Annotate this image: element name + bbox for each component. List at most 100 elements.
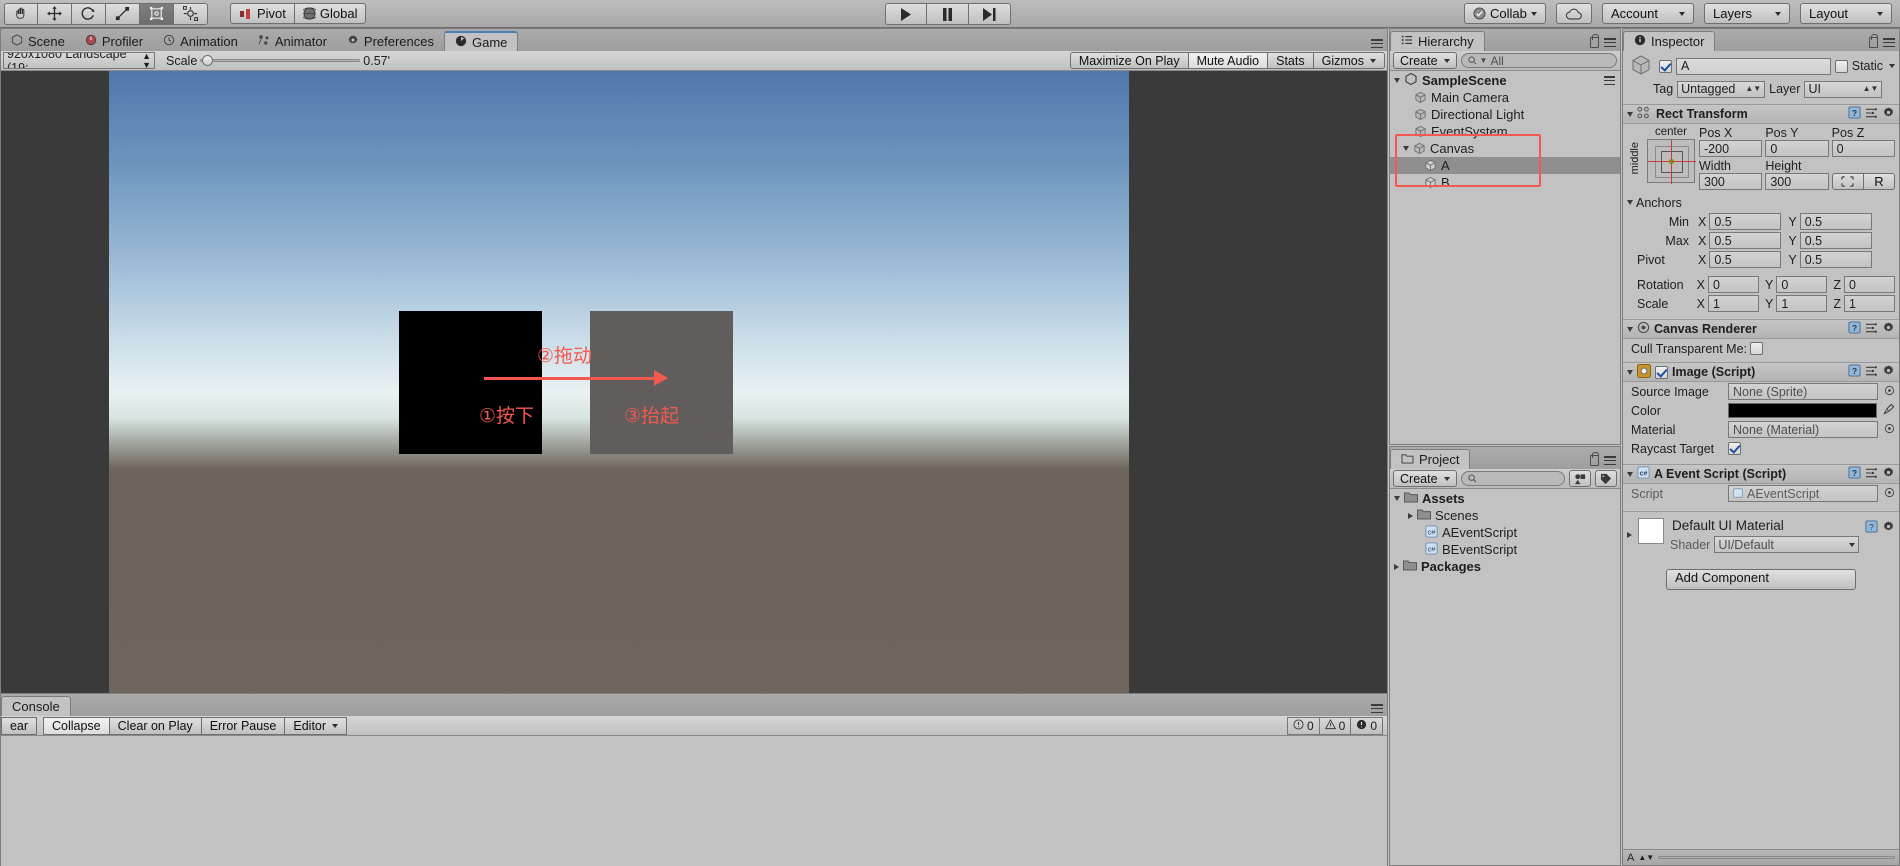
preset-icon[interactable] [1865, 365, 1878, 380]
expand-arrow-icon[interactable] [1394, 496, 1400, 501]
cloud-icon[interactable] [1556, 3, 1592, 24]
rect-tool-icon[interactable] [140, 2, 174, 25]
step-button[interactable] [969, 3, 1011, 25]
material-field[interactable]: None (Material) [1728, 421, 1878, 438]
tab-hierarchy[interactable]: Hierarchy [1390, 31, 1485, 51]
tab-inspector[interactable]: Inspector [1623, 31, 1716, 51]
scale-knob[interactable] [202, 55, 214, 66]
pivot-y-field[interactable]: 0.5 [1799, 251, 1872, 268]
preset-icon[interactable] [1865, 107, 1878, 122]
help-icon[interactable]: ? [1848, 466, 1861, 482]
panel-menu-icon[interactable] [1371, 704, 1383, 713]
anchor-max-y-field[interactable]: 0.5 [1799, 232, 1872, 249]
hierarchy-item-a[interactable]: A [1390, 157, 1620, 174]
collab-button[interactable]: Collab [1464, 3, 1546, 24]
error-pause-button[interactable]: Error Pause [201, 716, 286, 735]
hierarchy-item-canvas[interactable]: Canvas [1390, 140, 1620, 157]
help-icon[interactable]: ? [1848, 321, 1861, 337]
mute-audio-button[interactable]: Mute Audio [1188, 52, 1269, 69]
source-image-field[interactable]: None (Sprite) [1728, 383, 1878, 400]
rot-y-field[interactable]: 0 [1776, 276, 1828, 293]
expand-arrow-icon[interactable] [1403, 146, 1409, 151]
cull-transparent-checkbox[interactable] [1750, 342, 1764, 355]
help-icon[interactable]: ? [1848, 106, 1861, 122]
anchor-max-x-field[interactable]: 0.5 [1709, 232, 1782, 249]
tab-project[interactable]: Project [1390, 449, 1471, 469]
object-picker-icon[interactable] [1884, 487, 1895, 501]
gear-icon[interactable] [1882, 106, 1895, 122]
anchors-section-header[interactable]: Anchors [1623, 193, 1899, 212]
tab-animator[interactable]: Animator [248, 31, 337, 51]
height-field[interactable]: 300 [1765, 173, 1829, 190]
move-tool-icon[interactable] [38, 2, 72, 25]
tab-scene[interactable]: Scene [1, 31, 75, 51]
hierarchy-item-samplescene[interactable]: SampleScene [1390, 72, 1620, 89]
maximize-on-play-button[interactable]: Maximize On Play [1069, 52, 1189, 69]
add-component-button[interactable]: Add Component [1666, 569, 1856, 590]
gear-icon[interactable] [1882, 466, 1895, 482]
shader-dropdown[interactable]: UI/Default [1714, 536, 1859, 553]
gear-icon[interactable] [1882, 364, 1895, 380]
scale-tool-icon[interactable] [106, 2, 140, 25]
aspect-ratio-dropdown[interactable]: 920x1080 Landscape (19: ▲ ▼ [3, 52, 155, 69]
tab-preferences[interactable]: Preferences [337, 31, 444, 51]
eyedropper-icon[interactable] [1883, 403, 1895, 418]
game-tabbar-menu[interactable] [1371, 39, 1383, 48]
hierarchy-create-button[interactable]: Create [1393, 52, 1457, 69]
width-field[interactable]: 300 [1699, 173, 1763, 190]
collapse-arrow-icon[interactable] [1627, 471, 1633, 477]
raw-edit-button[interactable] [1831, 173, 1864, 190]
static-checkbox[interactable] [1834, 59, 1848, 73]
object-picker-icon[interactable] [1884, 423, 1895, 437]
error-count[interactable]: 0 [1351, 717, 1383, 735]
raycast-target-checkbox[interactable] [1728, 442, 1741, 455]
panel-menu-icon[interactable] [1604, 456, 1616, 465]
collapse-arrow-icon[interactable] [1627, 532, 1632, 538]
hand-tool-icon[interactable] [4, 2, 38, 25]
anchor-preset-widget[interactable] [1647, 139, 1696, 184]
panel-menu-icon[interactable] [1371, 39, 1383, 48]
help-icon[interactable]: ? [1848, 364, 1861, 380]
expand-arrow-icon[interactable] [1394, 563, 1399, 570]
scale-x-field[interactable]: 1 [1707, 295, 1759, 312]
project-create-button[interactable]: Create [1393, 470, 1457, 487]
object-name-field[interactable]: A [1676, 57, 1831, 75]
pivot-button[interactable]: Pivot [230, 3, 295, 24]
panel-menu-icon[interactable] [1883, 38, 1895, 47]
rotate-tool-icon[interactable] [72, 2, 106, 25]
ui-image-a[interactable] [399, 311, 542, 454]
rot-z-field[interactable]: 0 [1844, 276, 1896, 293]
editor-dropdown[interactable]: Editor [285, 716, 348, 735]
hierarchy-item-b[interactable]: B [1390, 174, 1620, 191]
pos-x-field[interactable]: -200 [1699, 140, 1763, 157]
scene-menu-icon[interactable] [1604, 76, 1615, 85]
project-item-packages[interactable]: Packages [1390, 558, 1620, 575]
global-button[interactable]: Global [294, 3, 367, 24]
stats-button[interactable]: Stats [1268, 52, 1314, 69]
hierarchy-item-directional-light[interactable]: Directional Light [1390, 106, 1620, 123]
tag-dropdown[interactable]: Untagged ▲▼ [1677, 80, 1766, 98]
collapse-arrow-icon[interactable] [1627, 200, 1633, 205]
tab-console[interactable]: Console [1, 696, 71, 716]
footer-stepper-icon[interactable]: ▲▼ [1638, 853, 1654, 862]
rect-transform-header[interactable]: Rect Transform ? [1623, 104, 1899, 124]
clear-button[interactable]: ear [1, 716, 37, 735]
scale-slider[interactable] [200, 52, 361, 69]
play-button[interactable] [885, 3, 927, 25]
preset-icon[interactable] [1865, 322, 1878, 337]
game-view-canvas[interactable]: ①按下 ②拖动 ③抬起 [1, 71, 1387, 714]
expand-arrow-icon[interactable] [1408, 512, 1413, 519]
image-enabled-checkbox[interactable] [1655, 365, 1668, 379]
collapse-arrow-icon[interactable] [1627, 369, 1633, 375]
project-item-aeventscript[interactable]: c# AEventScript [1390, 524, 1620, 541]
image-script-header[interactable]: Image (Script) ? [1623, 362, 1899, 382]
script-field[interactable]: AEventScript [1728, 485, 1878, 502]
layout-button[interactable]: Layout [1800, 3, 1892, 24]
panel-menu-icon[interactable] [1604, 38, 1616, 47]
clear-on-play-button[interactable]: Clear on Play [109, 716, 202, 735]
canvas-renderer-header[interactable]: Canvas Renderer ? [1623, 319, 1899, 339]
collapse-button[interactable]: Collapse [43, 716, 110, 735]
scale-y-field[interactable]: 1 [1776, 295, 1828, 312]
log-count[interactable]: 0 [1286, 717, 1320, 735]
lock-icon[interactable] [1590, 34, 1599, 48]
